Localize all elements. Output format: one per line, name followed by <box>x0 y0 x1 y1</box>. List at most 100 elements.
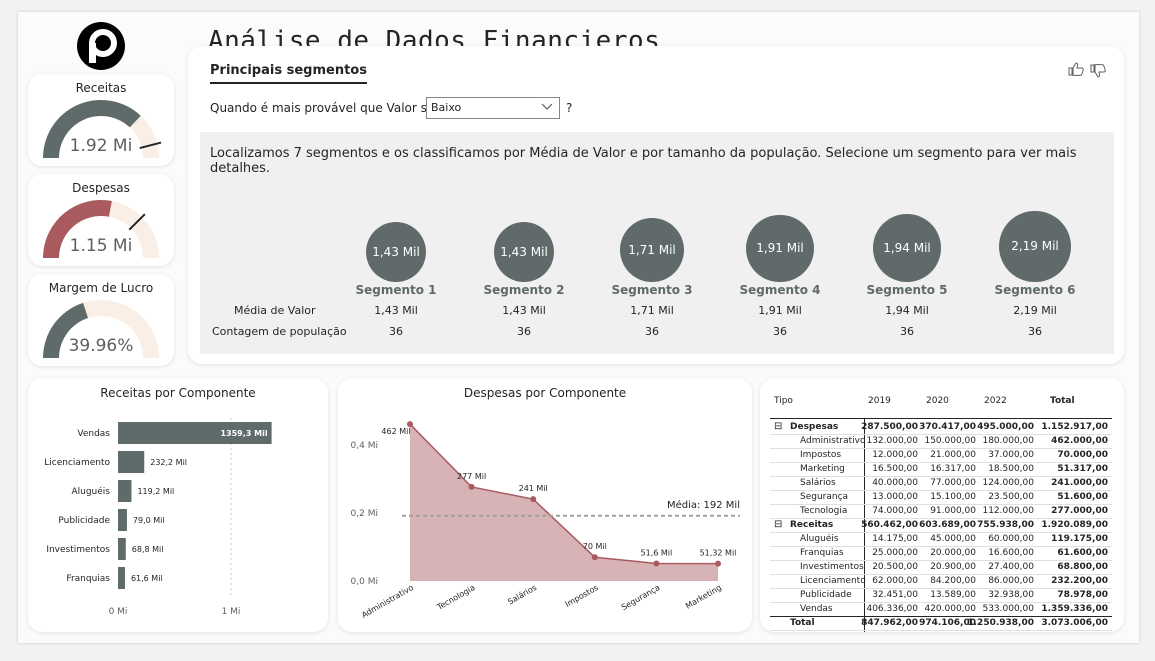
segment-label[interactable]: Segmento 5 <box>847 283 967 297</box>
data-label: 51,32 Mil <box>700 549 737 558</box>
matrix-cell: 51.317,00 <box>1057 464 1108 474</box>
segments-description: Localizamos 7 segmentos e os classificam… <box>210 146 1077 176</box>
x-category-label: Marketing <box>684 583 723 611</box>
bar[interactable] <box>118 538 126 560</box>
matrix-cell: 86.000,00 <box>988 576 1034 586</box>
kpi-value: 1.15 Mi <box>69 236 133 256</box>
matrix-cell: 755.938,00 <box>977 520 1034 530</box>
segment-label[interactable]: Segmento 4 <box>720 283 840 297</box>
segment-label[interactable]: Segmento 2 <box>464 283 584 297</box>
x-category-label: Impostos <box>564 583 600 609</box>
matrix-cell: 124.000,00 <box>982 478 1034 488</box>
matrix-row-rule <box>770 602 1112 603</box>
matrix-cell: 32.938,00 <box>988 590 1034 600</box>
matrix-header: Total <box>1050 396 1075 406</box>
segment-bubble[interactable]: 1,43 Mil <box>494 222 554 282</box>
matrix-card: Tipo 2019 2020 2022 Total ⊟ Despesas 287.500,00… <box>760 378 1124 632</box>
bar-category-label: Franquias <box>66 574 110 584</box>
kpi-value: 1.92 Mi <box>69 136 133 156</box>
matrix-cell: 37.000,00 <box>988 450 1034 460</box>
matrix-cell: 277.000,00 <box>1051 506 1108 516</box>
x-category-label: Salários <box>506 583 538 607</box>
segment-label[interactable]: Segmento 1 <box>336 283 456 297</box>
matrix-row-rule <box>770 574 1112 575</box>
data-label: 70 Mil <box>583 542 607 551</box>
segment-bubble[interactable]: 1,71 Mil <box>619 217 685 282</box>
segment-label[interactable]: Segmento 6 <box>975 283 1095 297</box>
average-label: Média: 192 Mil <box>667 499 740 511</box>
matrix-row-rule <box>770 490 1112 491</box>
matrix-row-rule <box>770 546 1112 547</box>
bar[interactable] <box>118 480 132 502</box>
expand-collapse-icon[interactable]: ⊟ <box>774 519 782 530</box>
matrix-header: 2022 <box>984 396 1007 406</box>
matrix-cell: 180.000,00 <box>982 436 1034 446</box>
bar-category-label: Licenciamento <box>44 458 110 468</box>
x-category-label: Administrativo <box>360 583 415 620</box>
bar[interactable] <box>118 451 145 473</box>
segment-bubble[interactable]: 1,94 Mil <box>873 214 941 282</box>
bar-value-label: 1359,3 Mil <box>220 429 267 438</box>
segments-area: Localizamos 7 segmentos e os classificam… <box>200 132 1114 354</box>
segment-media: 1,43 Mil <box>374 304 418 317</box>
help-icon[interactable]: ? <box>566 101 572 115</box>
matrix-cell: 18.500,00 <box>988 464 1034 474</box>
segment-label[interactable]: Segmento 3 <box>592 283 712 297</box>
report-canvas: Receitas 1.92 Mi Despesas 1.15 Mi Margem de … <box>18 12 1139 643</box>
bar-value-label: 68,8 Mil <box>132 545 164 554</box>
y-tick-label: 0,2 Mi <box>351 509 378 519</box>
segment-contagem: 36 <box>389 325 403 338</box>
data-point[interactable] <box>715 560 721 567</box>
expand-collapse-icon[interactable]: ⊟ <box>774 421 782 432</box>
matrix-group-label[interactable]: Despesas <box>790 422 838 432</box>
dropdown-selected: Baixo <box>431 101 462 114</box>
row-label-media: Média de Valor <box>234 304 316 317</box>
tab-principais-segmentos[interactable]: Principais segmentos <box>210 63 367 84</box>
despesas-chart-card: Despesas por Componente 0,0 Mi 0,2 Mi 0,4 … <box>338 378 752 632</box>
matrix-row-label: Salários <box>800 478 836 488</box>
matrix-cell: 495.000,00 <box>977 422 1034 432</box>
segment-contagem: 36 <box>900 325 914 338</box>
matrix-row-rule <box>770 448 1112 449</box>
x-category-label: Segurança <box>620 583 662 612</box>
data-point[interactable] <box>468 483 475 490</box>
y-tick-label: 0,0 Mi <box>351 577 378 587</box>
bar-category-label: Vendas <box>77 429 110 439</box>
data-label: 462 Mil <box>381 427 410 436</box>
data-point[interactable] <box>530 496 537 503</box>
thumbs-up-icon[interactable] <box>1068 62 1084 80</box>
matrix-cell: 119.175,00 <box>1051 534 1108 544</box>
thumbs-down-icon[interactable] <box>1090 64 1106 82</box>
matrix-cell: 60.000,00 <box>988 534 1034 544</box>
despesas-chart: 0,0 Mi 0,2 Mi 0,4 Mi Média: 192 Mil 462 Mil A… <box>351 421 740 620</box>
bar-category-label: Publicidade <box>58 516 110 526</box>
matrix-cell: 70.000,00 <box>1057 450 1108 460</box>
matrix-group-label[interactable]: Receitas <box>790 520 833 530</box>
bar-category-label: Aluguéis <box>71 486 110 497</box>
matrix-cell: 1.250.938,00 <box>967 618 1034 628</box>
segment-contagem: 36 <box>773 325 787 338</box>
matrix-group-label[interactable]: Total <box>790 618 815 628</box>
x-tick-label: 0 Mi <box>109 607 128 617</box>
segment-contagem: 36 <box>517 325 531 338</box>
bar[interactable] <box>118 567 125 589</box>
kpi-card: Receitas 1.92 Mi <box>28 74 174 166</box>
segment-bubble[interactable]: 1,91 Mil <box>746 214 814 282</box>
bar-value-label: 61,6 Mil <box>131 574 163 583</box>
matrix-row-rule <box>770 476 1112 477</box>
segment-media: 1,71 Mil <box>630 304 674 317</box>
matrix-cell: 462.000,00 <box>1051 436 1108 446</box>
bar[interactable] <box>118 509 127 531</box>
matrix-row-rule <box>770 630 1112 631</box>
segment-contagem: 36 <box>645 325 659 338</box>
valor-dropdown[interactable]: Baixo <box>426 97 560 119</box>
segment-media: 2,19 Mil <box>1013 304 1057 317</box>
segment-bubble[interactable]: 1,43 Mil <box>366 222 426 282</box>
data-point[interactable] <box>653 560 660 567</box>
matrix-row-label: Vendas <box>800 604 833 614</box>
matrix-cell: 112.000,00 <box>982 506 1034 516</box>
data-point[interactable] <box>591 554 598 561</box>
segment-bubble[interactable]: 2,19 Mil <box>999 210 1071 282</box>
segment-contagem: 36 <box>1028 325 1042 338</box>
matrix-header-rule <box>770 418 1112 419</box>
